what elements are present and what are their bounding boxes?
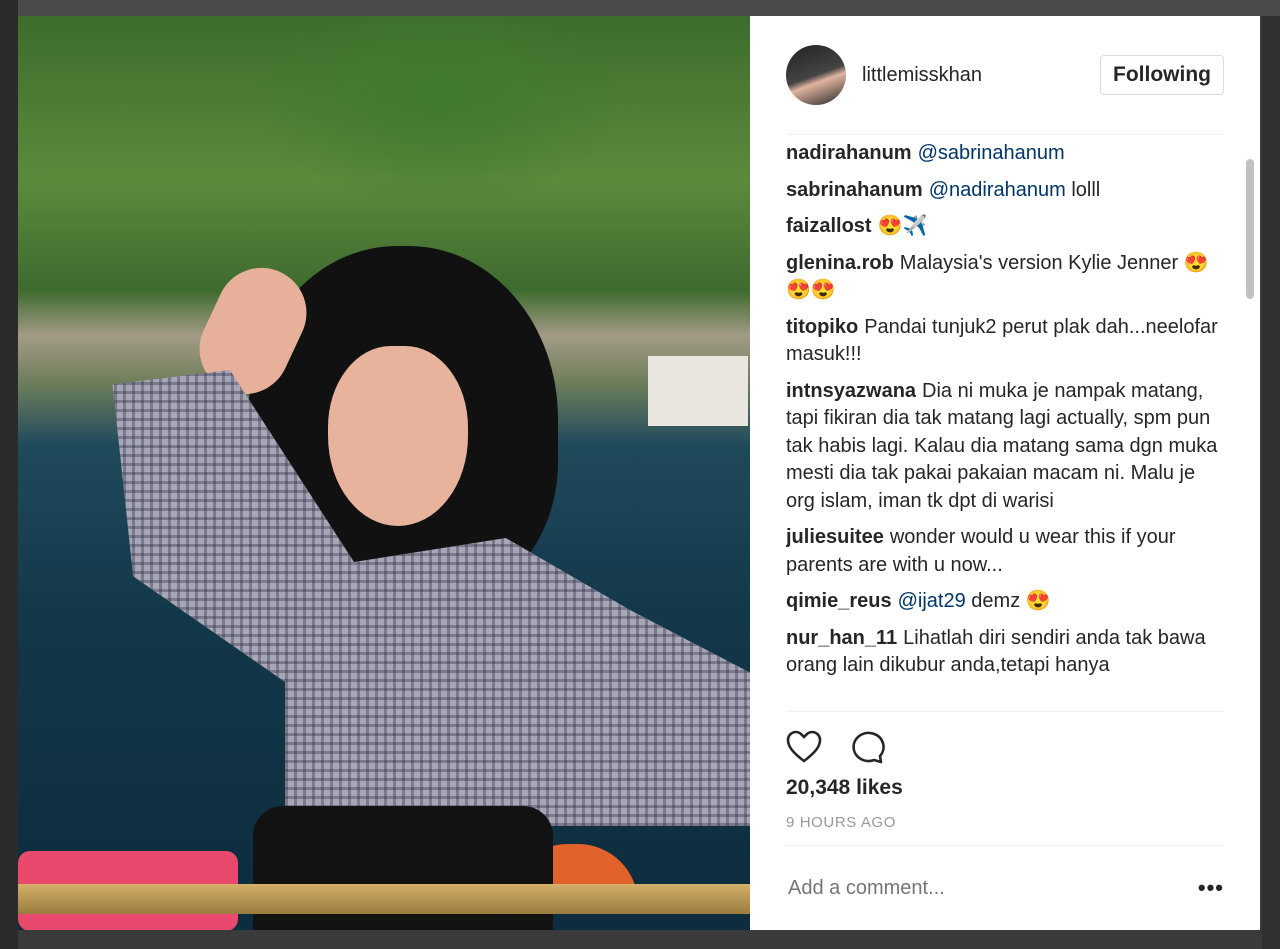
following-button[interactable]: Following [1100, 55, 1224, 95]
comment-username[interactable]: faizallost [786, 215, 872, 237]
post-photo[interactable] [18, 16, 750, 930]
comment-username[interactable]: nadirahanum [786, 142, 912, 164]
comment-mention[interactable]: @sabrinahanum [918, 142, 1065, 164]
post-header: littlemisskhan Following [786, 16, 1224, 135]
comment-mention[interactable]: @nadirahanum [929, 179, 1066, 201]
face [328, 346, 468, 526]
comment-text: demz 😍 [965, 590, 1051, 612]
comment-item: nur_han_11 Lihatlah diri sendiri anda tak… [786, 625, 1224, 680]
comment-item: faizallost 😍✈️ [786, 213, 1224, 241]
comment-username[interactable]: intnsyazwana [786, 380, 916, 402]
comment-username[interactable]: juliesuitee [786, 526, 884, 548]
post-sidebar: littlemisskhan Following nadirahanum @sab… [750, 16, 1260, 930]
comment-username[interactable]: titopiko [786, 316, 858, 338]
comment-mention[interactable]: @ijat29 [898, 590, 966, 612]
comment-item: titopiko Pandai tunjuk2 perut plak dah...… [786, 314, 1224, 369]
comment-input[interactable] [786, 875, 1198, 901]
comment-text: lolll [1065, 178, 1101, 201]
avatar[interactable] [786, 45, 846, 105]
comment-icon[interactable] [850, 730, 886, 764]
comment-username[interactable]: qimie_reus [786, 590, 892, 612]
likes-count[interactable]: 20,348 likes [786, 776, 1224, 800]
comment-item: sabrinahanum @nadirahanum lolll [786, 177, 1224, 205]
post-username[interactable]: littlemisskhan [862, 64, 1100, 87]
comment-item: juliesuitee wonder would u wear this if y… [786, 524, 1224, 579]
comment-item: glenina.rob Malaysia's version Kylie Jenn… [786, 250, 1224, 305]
railing [18, 884, 750, 914]
heart-icon[interactable] [786, 730, 822, 764]
comment-item: intnsyazwana Dia ni muka je nampak matang… [786, 378, 1224, 516]
post-time: 9 HOURS AGO [786, 814, 896, 831]
post-modal: littlemisskhan Following nadirahanum @sab… [18, 16, 1260, 930]
comment-text: 😍✈️ [877, 215, 928, 237]
scrollbar[interactable] [1246, 159, 1254, 299]
background-house [648, 356, 748, 426]
more-options-icon[interactable]: ••• [1198, 875, 1224, 901]
comment-item: qimie_reus @ijat29 demz 😍 [786, 588, 1224, 616]
comment-username[interactable]: nur_han_11 [786, 627, 897, 649]
add-comment-bar: ••• [786, 845, 1224, 930]
comment-item: nadirahanum @sabrinahanum [786, 140, 1224, 168]
comment-username[interactable]: sabrinahanum [786, 179, 923, 201]
comment-username[interactable]: glenina.rob [786, 252, 894, 274]
comment-list[interactable]: nadirahanum @sabrinahanum sabrinahanum @nad… [786, 136, 1224, 711]
